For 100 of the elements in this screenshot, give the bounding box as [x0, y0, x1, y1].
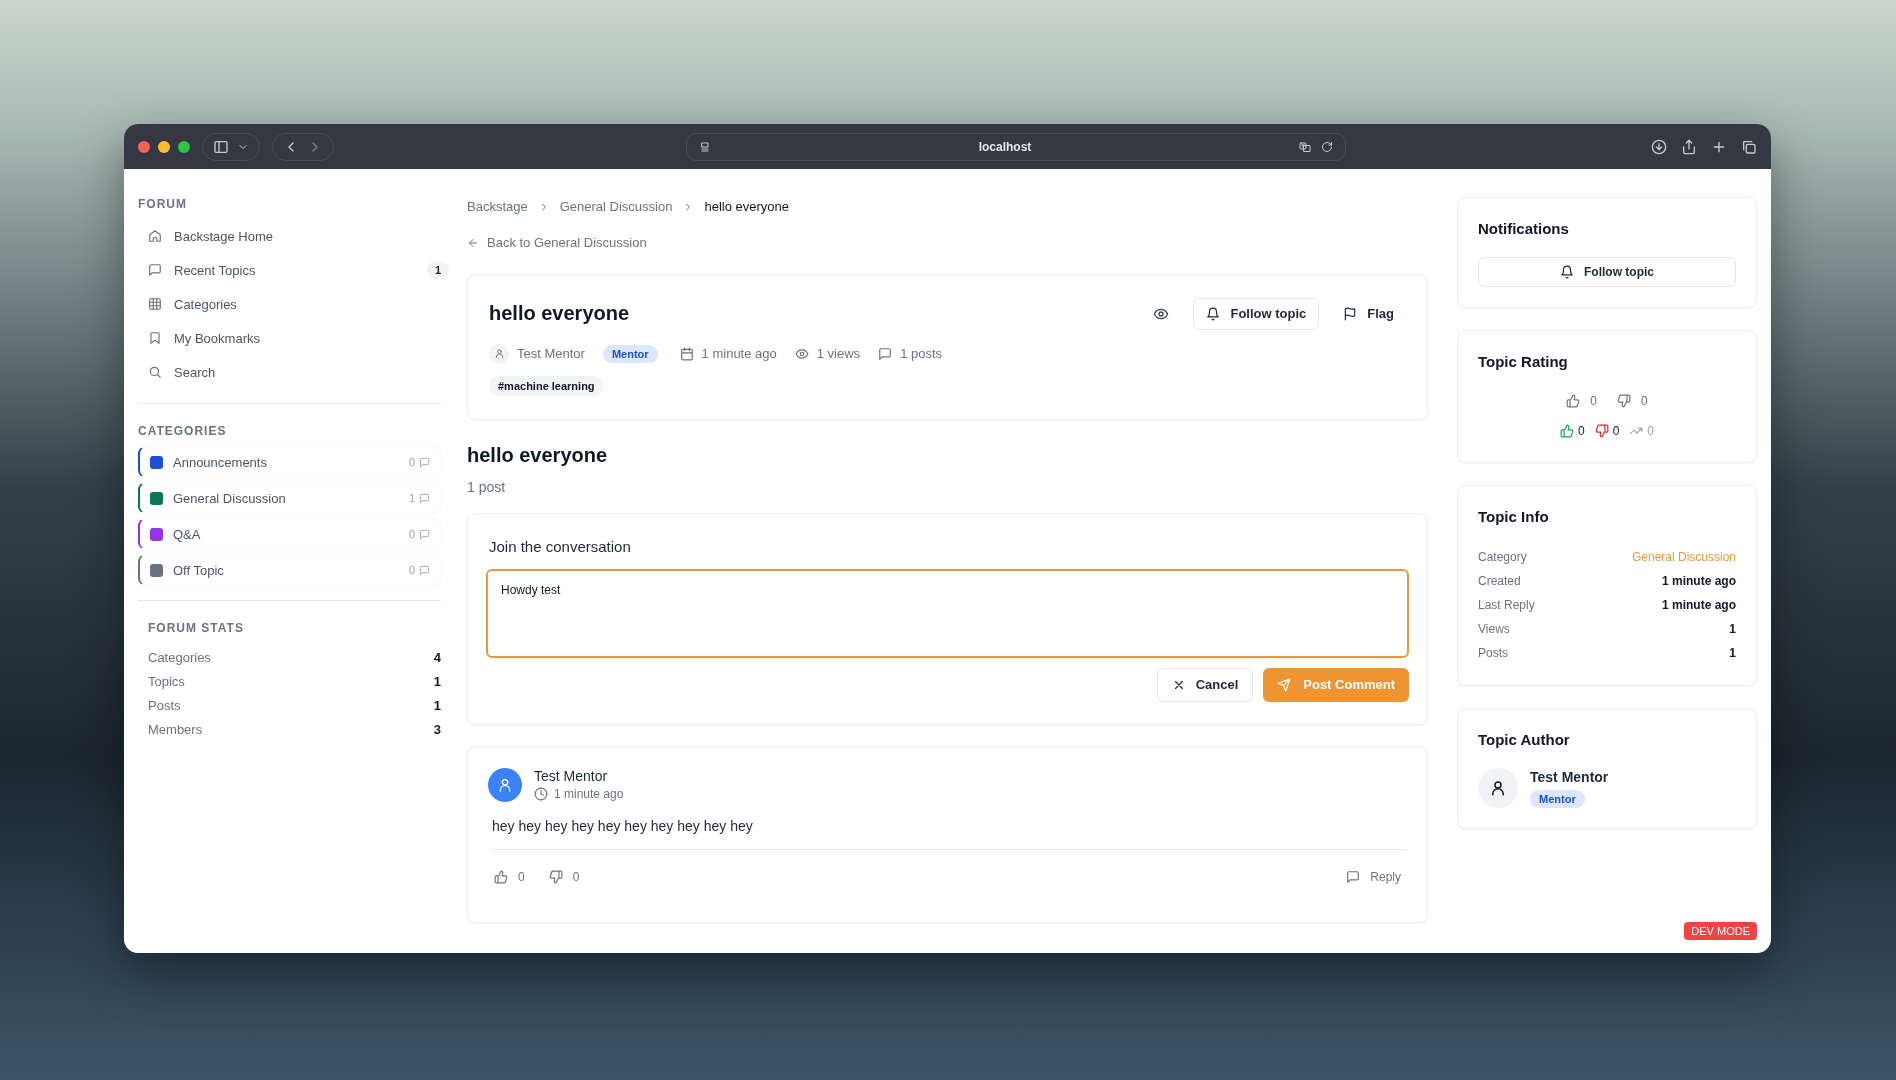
translate-icon[interactable] — [1299, 140, 1311, 153]
info-value: 1 — [1729, 622, 1736, 636]
home-icon — [148, 229, 162, 243]
avatar-icon — [488, 767, 522, 802]
breadcrumb-link[interactable]: hello everyone — [704, 199, 789, 214]
section-heading: FORUM — [138, 197, 188, 211]
section-heading: FORUM STATS — [148, 621, 245, 635]
info-value: 1 — [1729, 646, 1736, 660]
url-text: localhost — [977, 139, 1033, 154]
post-count: 1 posts — [900, 346, 943, 361]
post-count: 1 — [408, 492, 415, 504]
reply-button[interactable]: Reply — [1340, 865, 1407, 888]
nav-item[interactable]: My Bookmarks — [138, 321, 459, 355]
minimize-button[interactable] — [158, 140, 170, 153]
section-heading: CATEGORIES — [138, 424, 228, 438]
thumbs-up-icon — [494, 869, 508, 884]
stat-value: 1 — [433, 673, 441, 689]
avatar-icon — [1478, 768, 1518, 808]
info-label: Last Reply — [1478, 598, 1535, 612]
clock-icon — [534, 787, 548, 801]
rating-count: 0 — [1612, 424, 1620, 438]
info-label: Created — [1478, 574, 1521, 588]
flag-button[interactable]: Flag — [1331, 297, 1406, 330]
follow-topic-button[interactable]: Follow topic — [1193, 297, 1320, 330]
created-time: 1 minute ago — [701, 346, 777, 361]
thumbs-down-icon — [1617, 394, 1631, 408]
comment-field[interactable]: Howdy test — [486, 568, 1409, 658]
topic-title: hello everyone — [489, 302, 631, 325]
info-label: Posts — [1478, 646, 1508, 660]
card-title: Topic Rating — [1478, 353, 1569, 370]
bookmark-icon — [148, 331, 162, 345]
dislike-button[interactable]: 0 — [1611, 390, 1654, 412]
post-count: 0 — [408, 564, 415, 576]
stat-label: Posts — [148, 697, 181, 713]
zoom-button[interactable] — [178, 140, 190, 153]
search-icon — [148, 365, 162, 379]
reload-icon[interactable] — [1321, 140, 1333, 153]
calendar-icon — [679, 346, 694, 361]
count-badge: 1 — [426, 261, 449, 279]
bell-icon — [1206, 306, 1221, 321]
composer-heading: Join the conversation — [489, 537, 632, 555]
eye-icon — [794, 346, 809, 361]
like-button[interactable]: 0 — [488, 865, 531, 888]
stat-label: Members — [148, 721, 203, 737]
sidebar-icon[interactable] — [213, 138, 229, 155]
stat-label: Categories — [148, 649, 211, 665]
dislike-button[interactable]: 0 — [542, 865, 586, 888]
chat-icon — [148, 263, 162, 277]
chat-icon — [419, 456, 430, 468]
card-title: Notifications — [1478, 220, 1570, 237]
info-value: 1 minute ago — [1662, 574, 1736, 588]
close-button[interactable] — [138, 140, 150, 153]
author-name: Test Mentor — [534, 768, 609, 784]
info-label: Views — [1478, 622, 1510, 636]
view-count: 1 views — [816, 346, 861, 361]
card-title: Topic Author — [1478, 731, 1571, 748]
arrow-left-icon — [467, 236, 479, 249]
grid-icon — [148, 297, 162, 311]
breadcrumb-link[interactable]: General Discussion — [559, 199, 673, 214]
category-item[interactable]: General Discussion 1 — [138, 482, 441, 514]
stat-value: 1 — [433, 697, 441, 713]
rating-count: 0 — [1647, 424, 1655, 438]
topic-tag[interactable]: #machine learning — [489, 375, 604, 396]
info-label: Category — [1478, 550, 1527, 564]
role-tag: Mentor — [1530, 789, 1585, 808]
back-link[interactable]: Back to General Discussion — [467, 235, 647, 250]
post-count: 0 — [408, 456, 415, 468]
flag-icon — [1343, 306, 1358, 321]
address-bar[interactable]: localhost — [686, 132, 1346, 161]
share-icon[interactable] — [1681, 138, 1697, 155]
role-tag: Mentor — [602, 344, 658, 363]
avatar-icon — [489, 343, 509, 364]
rating-count: 0 — [1577, 424, 1585, 438]
dev-mode-badge: DEV MODE — [1684, 922, 1757, 940]
stat-value: 4 — [433, 649, 441, 665]
nav-item[interactable]: Categories — [138, 287, 459, 321]
breadcrumb-link[interactable]: Backstage — [467, 199, 528, 214]
page-icon — [699, 140, 711, 153]
thumbs-down-icon — [548, 869, 563, 884]
thread-title: hello everyone — [467, 443, 609, 467]
follow-topic-button[interactable]: Follow topic — [1478, 257, 1736, 287]
tabs-icon[interactable] — [1741, 138, 1757, 155]
like-button[interactable]: 0 — [1560, 390, 1603, 412]
cancel-button[interactable]: Cancel — [1156, 667, 1254, 702]
author-name: Test Mentor — [517, 346, 585, 361]
category-item[interactable]: Off Topic 0 — [138, 554, 441, 586]
category-item[interactable]: Announcements 0 — [138, 446, 441, 478]
nav-item[interactable]: Recent Topics 1 — [138, 253, 459, 287]
stat-value: 3 — [433, 721, 441, 737]
nav-item[interactable]: Backstage Home — [138, 219, 459, 253]
chat-icon — [878, 346, 893, 361]
info-value: 1 minute ago — [1662, 598, 1736, 612]
chat-icon — [419, 564, 430, 576]
category-item[interactable]: Q&A 0 — [138, 518, 441, 550]
bell-icon — [1560, 265, 1574, 279]
nav-item[interactable]: Search — [138, 355, 459, 389]
chat-icon — [1346, 869, 1361, 884]
send-icon — [1277, 677, 1292, 692]
thumbs-up-icon — [1566, 394, 1581, 408]
download-icon[interactable] — [1651, 138, 1667, 155]
